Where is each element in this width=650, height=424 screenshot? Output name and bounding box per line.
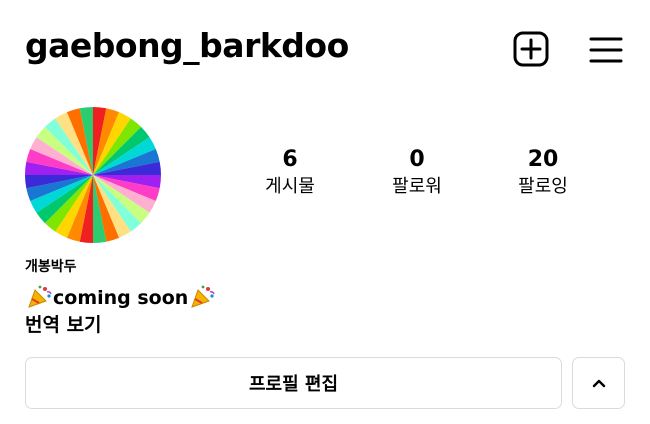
stat-followers-label: 팔로워 — [392, 176, 442, 197]
stat-following-label: 팔로잉 — [518, 176, 568, 197]
avatar-image — [25, 107, 161, 243]
expand-suggestions-button[interactable] — [572, 357, 625, 409]
profile-header: gaebong_barkdoo — [0, 0, 650, 96]
party-popper-icon — [188, 284, 216, 310]
profile-bio: coming soon — [25, 284, 216, 311]
plus-square-icon[interactable] — [512, 30, 550, 68]
bio-text: coming soon — [53, 287, 189, 309]
edit-profile-button[interactable]: 프로필 편집 — [25, 357, 562, 409]
stat-following[interactable]: 20 팔로잉 — [483, 146, 603, 200]
stat-posts-label: 게시물 — [265, 176, 315, 197]
hamburger-menu-icon[interactable] — [587, 31, 625, 69]
profile-stats: 6 게시물 0 팔로워 20 팔로잉 — [230, 146, 630, 206]
stat-followers-count: 0 — [409, 147, 425, 172]
stat-followers[interactable]: 0 팔로워 — [357, 146, 477, 200]
stat-posts[interactable]: 6 게시물 — [230, 146, 350, 200]
profile-name: 개봉박두 — [25, 259, 77, 275]
stat-following-count: 20 — [527, 147, 559, 172]
stat-posts-count: 6 — [282, 147, 298, 172]
chevron-up-icon — [592, 379, 605, 388]
username[interactable]: gaebong_barkdoo — [25, 22, 349, 70]
party-popper-icon — [25, 284, 53, 310]
translate-link[interactable]: 번역 보기 — [25, 311, 102, 339]
avatar[interactable] — [25, 107, 161, 243]
